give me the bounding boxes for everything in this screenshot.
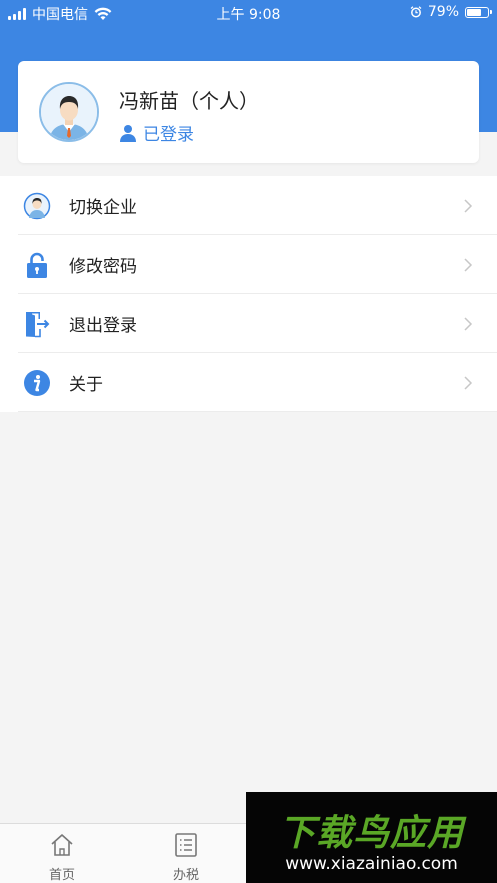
app-screen: 中国电信 上午 9:08 79% 冯新苗（个人） 已登录 切换企业 修改密码 退… (0, 0, 497, 883)
watermark-title: 下载鸟应用 (278, 813, 464, 854)
status-right: 79% (410, 4, 492, 20)
profile-card[interactable]: 冯新苗（个人） 已登录 (18, 61, 479, 163)
lock-icon (23, 251, 51, 279)
chevron-right-icon (464, 198, 473, 213)
menu-item-change-password[interactable]: 修改密码 (0, 235, 497, 294)
home-icon (51, 834, 73, 856)
menu-label-about: 关于 (69, 375, 103, 395)
chevron-right-icon (464, 257, 473, 272)
menu-item-about[interactable]: 关于 (0, 353, 497, 412)
user-avatar-icon (39, 82, 99, 142)
tab-tax[interactable]: 办税 (136, 824, 236, 883)
list-icon (175, 833, 197, 857)
tab-home-label: 首页 (48, 868, 75, 883)
logout-door-icon (23, 310, 51, 338)
login-status: 已登录 (119, 120, 194, 145)
chevron-right-icon (464, 316, 473, 331)
user-name: 冯新苗（个人） (119, 89, 259, 113)
alarm-icon (410, 6, 422, 18)
info-icon (23, 369, 51, 397)
status-bar: 中国电信 上午 9:08 79% (0, 0, 497, 26)
person-icon (119, 124, 137, 142)
tab-home[interactable]: 首页 (12, 824, 112, 883)
switch-company-icon (23, 192, 51, 220)
menu-label-logout: 退出登录 (69, 316, 137, 336)
menu-label-switch-company: 切换企业 (69, 198, 137, 218)
battery-icon (465, 6, 492, 18)
menu-item-switch-company[interactable]: 切换企业 (0, 176, 497, 235)
tab-tax-label: 办税 (172, 868, 199, 883)
menu-item-logout[interactable]: 退出登录 (0, 294, 497, 353)
watermark-logo: 下载鸟应用 www.xiazainiao.com (246, 792, 497, 883)
login-status-label: 已登录 (143, 125, 194, 145)
battery-percent: 79% (427, 4, 459, 20)
settings-menu: 切换企业 修改密码 退出登录 关于 (0, 176, 497, 412)
menu-label-change-password: 修改密码 (69, 257, 137, 277)
chevron-right-icon (464, 375, 473, 390)
watermark-url: www.xiazainiao.com (285, 854, 458, 874)
